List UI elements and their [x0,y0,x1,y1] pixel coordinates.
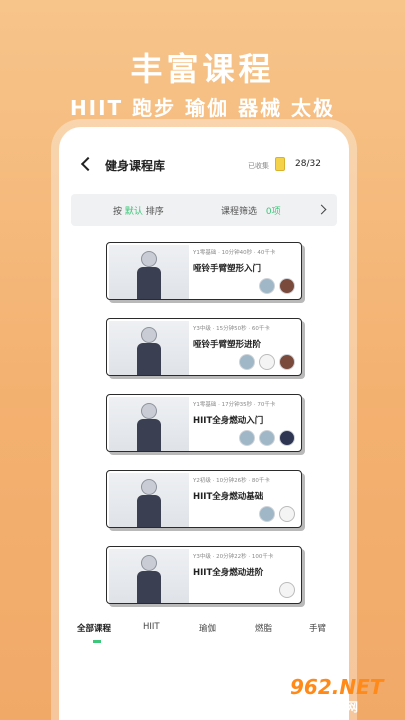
character-head-icon [141,327,157,343]
course-thumbnail [109,321,189,375]
course-meta: Y1零基础 · 10分钟40秒 · 40千卡 [193,250,276,256]
character-body-icon [137,267,161,299]
tab-hiit[interactable]: HIIT [143,622,160,632]
sort-prefix: 按 [113,207,123,217]
avatar-icon [279,506,295,522]
chevron-right-icon[interactable] [316,204,327,215]
filter-label: 课程筛选 [221,207,258,217]
course-thumbnail [109,245,189,299]
tab-arms[interactable]: 手臂 [309,622,326,634]
sort-suffix: 排序 [145,207,164,217]
character-head-icon [141,555,157,571]
tab-bar: 全部课程 HIIT 瑜伽 燃脂 手臂 [59,608,349,646]
course-card[interactable]: Y1零基础 · 17分钟35秒 · 70千卡 HIIT全身燃动入门 [106,394,302,452]
course-thumbnail [109,473,189,527]
course-title: 哑铃手臂塑形进阶 [193,340,262,350]
coach-avatars [279,582,295,598]
promo-title: 丰富课程 [130,50,275,88]
course-thumbnail [109,397,189,451]
avatar-icon [259,278,275,294]
back-icon[interactable] [80,156,96,172]
avatar-icon [259,430,275,446]
avatar-icon [259,506,275,522]
course-meta: Y3中级 · 15分钟50秒 · 60千卡 [193,326,270,332]
course-card[interactable]: Y3中级 · 15分钟50秒 · 60千卡哑铃手臂塑形进阶 [106,318,302,376]
coach-avatars [239,430,295,446]
character-body-icon [137,343,161,375]
course-thumbnail [109,549,189,603]
watermark-site: 乐游网 [322,700,359,714]
coach-avatars [239,354,295,370]
tab-all-courses[interactable]: 全部课程 [77,622,111,634]
tab-indicator [93,640,101,643]
collected-count: 28/32 [295,159,321,169]
tab-fat-burn[interactable]: 燃脂 [255,622,272,634]
course-meta: Y2初级 · 10分钟26秒 · 80千卡 [193,478,270,484]
character-body-icon [137,571,161,603]
avatar-icon [279,278,295,294]
avatar-icon [279,430,295,446]
course-title: HIIT全身燃动基础 [193,492,264,502]
filter-bar: 按 默认 排序 课程筛选 0项 [71,194,337,226]
watermark-number: 962.NET [290,675,384,699]
course-title: HIIT全身燃动进阶 [193,568,264,578]
avatar-icon [279,582,295,598]
course-meta: Y3中级 · 20分钟22秒 · 100千卡 [193,554,274,560]
character-head-icon [141,479,157,495]
collected-label: 已收集 [248,162,269,170]
course-title: 哑铃手臂塑形入门 [193,264,262,274]
tab-yoga[interactable]: 瑜伽 [199,622,216,634]
avatar-icon [239,354,255,370]
course-card[interactable]: Y2初级 · 10分钟26秒 · 80千卡 HIIT全身燃动基础 [106,470,302,528]
filter-count: 0项 [265,207,281,217]
character-head-icon [141,403,157,419]
course-card[interactable]: Y3中级 · 20分钟22秒 · 100千卡 HIIT全身燃动进阶 [106,546,302,604]
course-title: HIIT全身燃动入门 [193,416,264,426]
medal-icon [275,157,285,171]
course-meta: Y1零基础 · 17分钟35秒 · 70千卡 [193,402,276,408]
phone-frame: 健身课程库 已收集 28/32 按 默认 排序 课程筛选 0项 Y1零基础 · … [59,127,349,720]
promo-subtitle: HIIT 跑步 瑜伽 器械 太极 [69,96,336,120]
character-body-icon [137,419,161,451]
sort-value: 默认 [124,207,143,217]
avatar-icon [239,430,255,446]
character-head-icon [141,251,157,267]
filter-button[interactable]: 课程筛选 0项 [221,204,281,217]
course-card[interactable]: Y1零基础 · 10分钟40秒 · 40千卡哑铃手臂塑形入门 [106,242,302,300]
sort-button[interactable]: 按 默认 排序 [113,204,164,217]
coach-avatars [259,506,295,522]
coach-avatars [259,278,295,294]
page-title: 健身课程库 [105,159,166,173]
avatar-icon [279,354,295,370]
character-body-icon [137,495,161,527]
avatar-icon [259,354,275,370]
